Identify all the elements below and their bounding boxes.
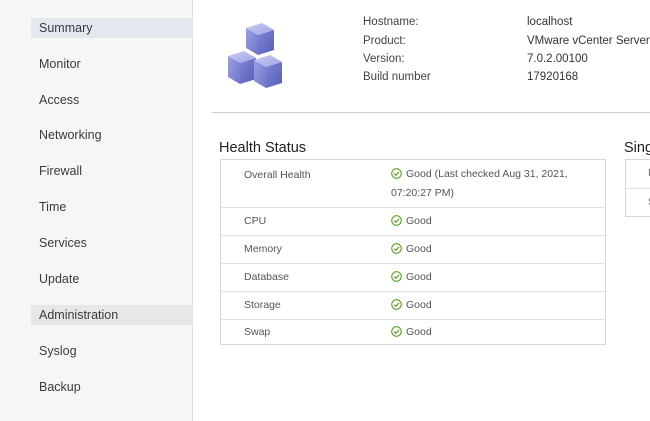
health-status-text: Good <box>406 243 432 255</box>
sidebar-item-networking[interactable]: Networking <box>31 125 193 145</box>
hostname-label: Hostname: <box>363 16 419 28</box>
product-value: VMware vCenter Server <box>527 35 650 47</box>
build-number-label: Build number <box>363 71 431 83</box>
sidebar-item-syslog[interactable]: Syslog <box>31 341 193 361</box>
sidebar-item-firewall[interactable]: Firewall <box>31 161 193 181</box>
health-row-value: Good <box>391 323 432 342</box>
health-row-label: Database <box>244 271 289 283</box>
sidebar-item-monitor[interactable]: Monitor <box>31 54 193 74</box>
build-number-value: 17920168 <box>527 71 579 83</box>
health-row-value: Good <box>391 240 432 259</box>
health-status-table: Overall Health Good (Last checked Aug 31… <box>220 159 606 345</box>
sso-table: I S <box>625 159 650 217</box>
sidebar-item-update[interactable]: Update <box>31 269 193 289</box>
check-circle-icon <box>391 214 402 226</box>
health-row-value: Good <box>391 268 432 287</box>
health-status-text: Good <box>406 299 432 311</box>
health-row-database: Database Good <box>221 264 605 292</box>
sidebar-item-summary[interactable]: Summary <box>31 18 193 38</box>
health-row-value: Good <box>391 296 432 315</box>
health-row-label: Overall Health <box>244 169 311 181</box>
health-row-label: Storage <box>244 299 281 311</box>
sso-row: I <box>626 160 650 189</box>
health-row-label: Memory <box>244 243 282 255</box>
health-status-text: Good <box>406 271 432 283</box>
sidebar-item-time[interactable]: Time <box>31 197 193 217</box>
health-row-value: Good <box>391 212 432 231</box>
health-status-text: Good (Last checked Aug 31, 2021, <box>406 168 568 180</box>
hostname-value: localhost <box>527 16 573 28</box>
health-row-storage: Storage Good <box>221 292 605 320</box>
product-label: Product: <box>363 35 406 47</box>
health-status-text: Good <box>406 326 432 338</box>
check-circle-icon <box>391 270 402 282</box>
health-status-title: Health Status <box>219 140 307 156</box>
sso-row: S <box>626 189 650 218</box>
sidebar-item-backup[interactable]: Backup <box>31 377 193 397</box>
vcenter-appliance-summary: Summary Monitor Access Networking Firewa… <box>0 0 650 421</box>
health-status-text-cont: 07:20:27 PM) <box>391 187 455 199</box>
health-row-swap: Swap Good <box>221 320 605 346</box>
check-circle-icon <box>391 242 402 254</box>
divider <box>212 112 650 113</box>
health-row-label: Swap <box>244 326 271 338</box>
health-row-memory: Memory Good <box>221 236 605 264</box>
version-label: Version: <box>363 53 405 65</box>
health-row-overall: Overall Health Good (Last checked Aug 31… <box>221 160 605 208</box>
vcenter-cubes-icon <box>224 22 288 92</box>
sidebar-item-access[interactable]: Access <box>31 90 193 110</box>
health-status-text: Good <box>406 215 432 227</box>
sidebar-item-services[interactable]: Services <box>31 233 193 253</box>
sidebar-item-administration[interactable]: Administration <box>31 305 193 325</box>
sidebar-nav: Summary Monitor Access Networking Firewa… <box>0 0 193 421</box>
version-value: 7.0.2.00100 <box>527 53 588 65</box>
check-circle-icon <box>391 325 402 337</box>
check-circle-icon <box>391 298 402 310</box>
health-row-label: CPU <box>244 215 267 227</box>
health-row-value: Good (Last checked Aug 31, 2021, 07:20:2… <box>391 165 568 203</box>
check-circle-icon <box>391 167 402 179</box>
health-row-cpu: CPU Good <box>221 208 605 236</box>
sso-section-title: Sing <box>624 140 650 156</box>
